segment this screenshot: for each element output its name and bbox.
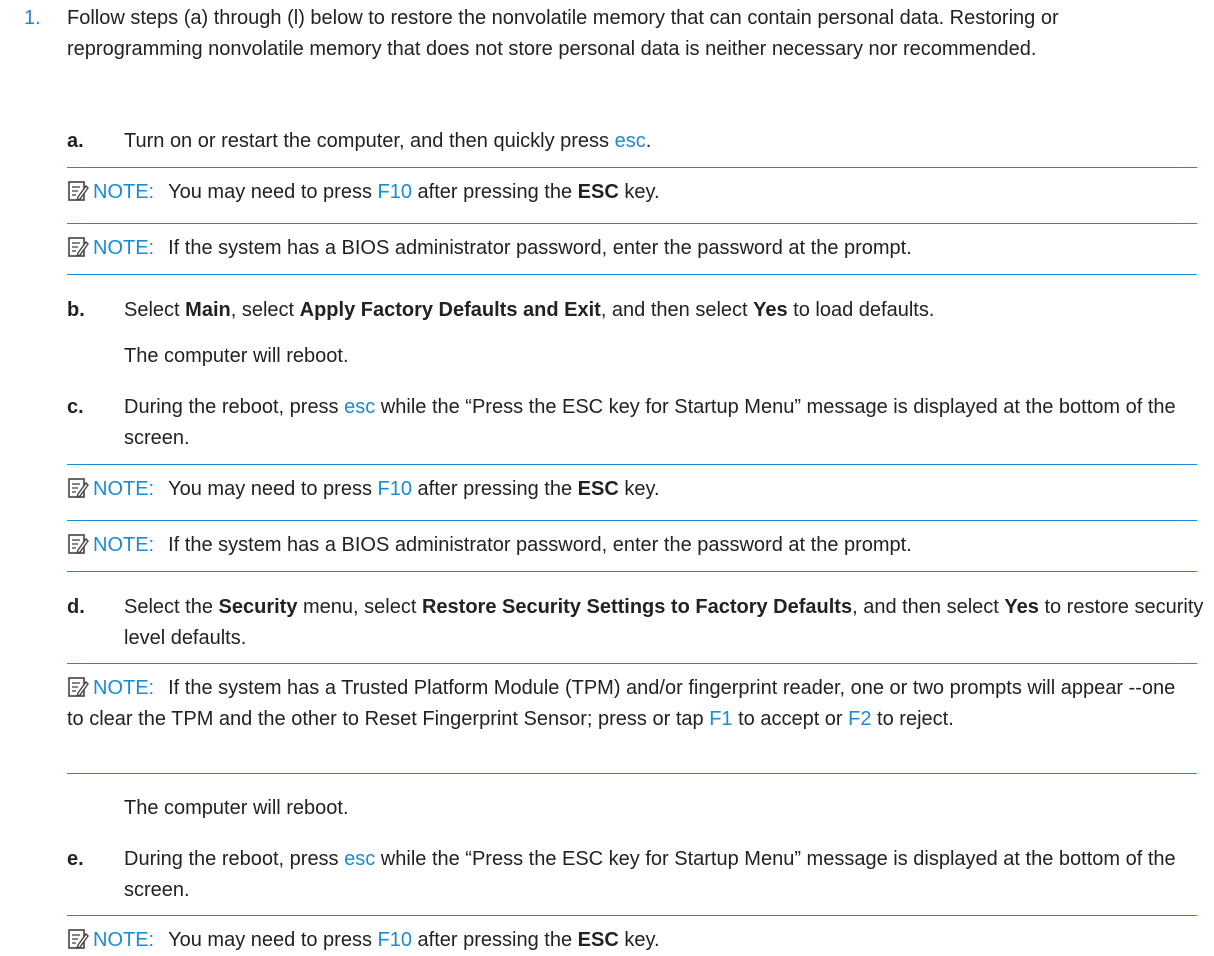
note-pencil-icon	[68, 181, 89, 202]
note-label: NOTE:	[93, 237, 155, 259]
step-b-followup: The computer will reboot.	[124, 345, 349, 367]
step-1-number: 1.	[24, 7, 41, 29]
f10-key: F10	[377, 929, 412, 951]
note-label: NOTE:	[93, 677, 155, 699]
note-tpm: NOTE: If the system has a Trusted Platfor…	[67, 663, 1197, 774]
f10-key: F10	[377, 478, 412, 500]
note-label: NOTE:	[93, 534, 155, 556]
esc-key: esc	[344, 848, 376, 870]
f1-key: F1	[709, 708, 733, 730]
note-f10: NOTE: You may need to press F10 after pre…	[67, 915, 1197, 956]
f2-key: F2	[848, 708, 872, 730]
esc-key-bold: ESC	[577, 478, 619, 500]
esc-key: esc	[344, 396, 376, 418]
document-page: { "step1": { "number": "1.", "text": "Fo…	[0, 0, 1214, 955]
f10-key: F10	[377, 181, 412, 203]
esc-key-bold: ESC	[577, 181, 619, 203]
step-b-text: Select Main, select Apply Factory Defaul…	[124, 299, 935, 321]
step-d-text: Select the Security menu, select Restore…	[124, 596, 1204, 649]
step-d-letter: d.	[67, 596, 85, 618]
note-pencil-icon	[68, 677, 89, 698]
step-a-text: Turn on or restart the computer, and the…	[124, 130, 652, 152]
note-label: NOTE:	[93, 478, 155, 500]
step-e-letter: e.	[67, 848, 84, 870]
note-pencil-icon	[68, 478, 89, 499]
step-1-text: Follow steps (a) through (l) below to re…	[67, 7, 1059, 60]
esc-key-bold: ESC	[577, 929, 619, 951]
note-label: NOTE:	[93, 929, 155, 951]
step-c-text: During the reboot, press esc while the “…	[124, 396, 1176, 449]
note-pencil-icon	[68, 534, 89, 555]
note-pencil-icon	[68, 929, 89, 950]
step-c-letter: c.	[67, 396, 84, 418]
note-f10: NOTE: You may need to press F10 after pre…	[67, 167, 1197, 208]
esc-key: esc	[614, 130, 646, 152]
step-d-followup: The computer will reboot.	[124, 797, 349, 819]
step-e-text: During the reboot, press esc while the “…	[124, 848, 1176, 901]
step-b-letter: b.	[67, 299, 85, 321]
note-bios: NOTE: If the system has a BIOS administra…	[67, 223, 1197, 275]
note-pencil-icon	[68, 237, 89, 258]
note-bios: NOTE: If the system has a BIOS administra…	[67, 520, 1197, 572]
note-label: NOTE:	[93, 181, 155, 203]
step-a-letter: a.	[67, 130, 84, 152]
note-f10: NOTE: You may need to press F10 after pre…	[67, 464, 1197, 505]
